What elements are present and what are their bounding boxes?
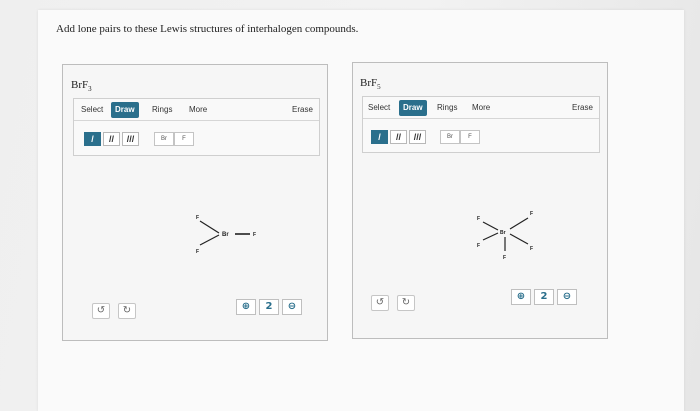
erase-button[interactable]: Erase [288,102,317,118]
formula-main: BrF [71,79,89,91]
redo-button[interactable]: ↻ [118,303,136,319]
reset-zoom-button[interactable]: 2 [259,299,279,315]
bond-line [199,234,220,246]
atom-label-br: Br [500,230,506,236]
atom-label-f: F [196,215,199,221]
molecule-canvas[interactable]: Br F F F [187,205,267,265]
atom-f-button[interactable]: F [174,132,194,146]
tab-rings[interactable]: Rings [148,102,176,118]
bond-line [509,233,529,245]
drawing-panel-brf3: BrF3 Select Draw Rings More Erase / // /… [62,64,328,341]
panel-title: BrF5 [360,77,381,91]
triple-bond-button[interactable]: /// [122,132,139,146]
tab-draw[interactable]: Draw [111,102,139,118]
atom-label-f: F [503,255,506,261]
page-background: Add lone pairs to these Lewis structures… [0,0,700,411]
undo-button[interactable]: ↺ [92,303,110,319]
double-bond-button[interactable]: // [390,130,407,144]
atom-label-f: F [253,232,256,238]
formula-main: BrF [360,77,378,89]
single-bond-button[interactable]: / [84,132,101,146]
formula-subscript: 5 [377,83,381,92]
formula-subscript: 3 [88,85,92,94]
atom-label-f: F [530,246,533,252]
tab-rings[interactable]: Rings [433,100,461,116]
tab-more[interactable]: More [185,102,211,118]
tab-select[interactable]: Select [364,100,394,116]
redo-button[interactable]: ↻ [397,295,415,311]
zoom-out-button[interactable]: ⊖ [557,289,577,305]
tab-draw[interactable]: Draw [399,100,427,116]
atom-label-f: F [196,249,199,255]
zoom-out-button[interactable]: ⊖ [282,299,302,315]
bond-line [482,221,499,231]
atom-f-button[interactable]: F [460,130,480,144]
bond-line [199,220,220,234]
single-bond-button[interactable]: / [371,130,388,144]
bond-line [482,232,499,241]
tab-select[interactable]: Select [77,102,107,118]
toolbar-tabs: Select Draw Rings More Erase [74,99,319,121]
drawing-panel-brf5: BrF5 Select Draw Rings More Erase / // /… [352,62,608,339]
atom-label-br: Br [222,232,229,238]
erase-button[interactable]: Erase [568,100,597,116]
double-bond-button[interactable]: // [103,132,120,146]
zoom-in-button[interactable]: ⊕ [511,289,531,305]
tab-more[interactable]: More [468,100,494,116]
question-text: Add lone pairs to these Lewis structures… [56,23,359,35]
zoom-in-button[interactable]: ⊕ [236,299,256,315]
atom-label-f: F [530,211,533,217]
editor-toolbar: Select Draw Rings More Erase / // /// Br… [73,98,320,156]
atom-label-f: F [477,243,480,249]
reset-zoom-button[interactable]: 2 [534,289,554,305]
bond-line [509,217,529,230]
panel-title: BrF3 [71,79,92,93]
toolbar-tabs: Select Draw Rings More Erase [363,97,599,119]
undo-button[interactable]: ↺ [371,295,389,311]
atom-br-button[interactable]: Br [154,132,174,146]
editor-toolbar: Select Draw Rings More Erase / // /// Br… [362,96,600,153]
molecule-canvas[interactable]: Br F F F F F [466,203,546,267]
atom-br-button[interactable]: Br [440,130,460,144]
triple-bond-button[interactable]: /// [409,130,426,144]
atom-label-f: F [477,216,480,222]
